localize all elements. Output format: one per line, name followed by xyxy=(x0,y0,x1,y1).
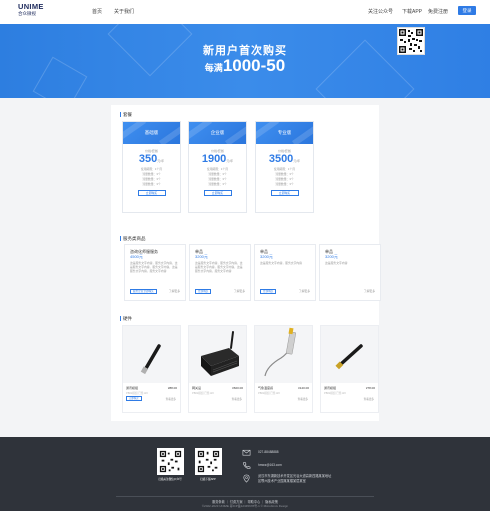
service-price: 3200元 xyxy=(195,254,208,259)
product-card[interactable]: 网关设 ¥600.00 PB02模组 已售120 查看更多 xyxy=(188,325,247,413)
app-download-qr-code xyxy=(195,448,222,475)
pricing-card-header: 基础版 xyxy=(123,122,180,144)
download-app-link[interactable]: 下载APP xyxy=(402,8,422,15)
app-qr-code-popup xyxy=(397,27,425,55)
banner-promo-value: 1000-50 xyxy=(222,56,286,75)
product-more-link[interactable]: 查看更多 xyxy=(166,397,176,401)
product-subtitle: PB02模组 已售120 xyxy=(258,392,280,395)
pricing-card: 基础版 价格/套餐 350元/年 使用期限：1个月 流量数量：3个 流量数量：3… xyxy=(122,121,181,213)
product-price: ¥600.00 xyxy=(232,386,243,390)
brand-logo[interactable]: UNIME 合众微视 xyxy=(18,3,46,21)
service-price: 4500元 xyxy=(130,254,143,259)
plan-price: 1900元/年 xyxy=(201,153,234,165)
service-card[interactable]: 单品 3200元 这是服务文字内容，服务文字内容，这是服务文字内容。服务文字内容… xyxy=(189,244,251,301)
service-card[interactable]: 单品 3200元 这是服务文字内容，服务文字内容 立即购买 了解更多 xyxy=(254,244,316,301)
plan-feature: 流量数量：3个 xyxy=(208,182,227,186)
product-card[interactable]: 通讯模组 ¥78.00 PB02模组 已售120 查看更多 xyxy=(320,325,379,413)
mail-icon xyxy=(242,449,251,456)
pricing-section-title: 套餐 xyxy=(120,112,132,117)
qr-code-icon xyxy=(197,450,220,473)
temperature-sensor-image xyxy=(264,327,296,377)
footer-address-line2: 区鄂州技术产业园某某楼某层某室 xyxy=(258,478,306,483)
plan-price: 350元/年 xyxy=(138,153,165,165)
product-name: 气象温度感 xyxy=(258,386,274,390)
logo-sub-text: 合众微视 xyxy=(18,11,36,16)
buy-now-button[interactable]: 立即购买 xyxy=(203,190,232,196)
product-card[interactable]: 通讯模组 ¥88.00 PB02模组 已售120 立即购买 查看更多 xyxy=(122,325,181,413)
service-learn-more-link[interactable]: 了解更多 xyxy=(364,289,375,293)
service-buy-button[interactable]: 立即购买 xyxy=(195,289,212,294)
product-price: ¥78.00 xyxy=(365,386,375,390)
footer-divider xyxy=(116,496,374,497)
phone-icon xyxy=(243,462,251,469)
plan-feature: 流量数量：3个 xyxy=(275,182,294,186)
footer-email: hmwz@163.com xyxy=(258,463,282,467)
qr-code-icon xyxy=(159,450,182,473)
service-description: 这是服务文字内容 xyxy=(325,261,348,265)
services-section-title: 服务类商品 xyxy=(120,236,146,241)
product-image xyxy=(123,326,180,383)
pricing-card-header: 企业版 xyxy=(189,122,246,144)
footer-phone: 027-88488888 xyxy=(258,450,279,454)
product-name: 网关设 xyxy=(192,386,202,390)
service-card[interactable]: 咨询化师服服务 4500元 这是服务文字内容，服务文字内容，这是服务文字内容。服… xyxy=(124,244,186,301)
pricing-card: 企业版 价格/套餐 1900元/年 使用期限：1个月 流量数量：3个 流量数量：… xyxy=(188,121,247,213)
product-image xyxy=(189,326,246,383)
product-price: ¥120.00 xyxy=(298,386,309,390)
service-description: 这是服务文字内容，服务文字内容 xyxy=(260,261,302,265)
plan-name: 基础版 xyxy=(144,130,159,135)
service-buy-button[interactable]: 立即购买 xyxy=(260,289,277,294)
app-qr-label: 扫描下载APP xyxy=(200,478,216,481)
product-name: 通讯模组 xyxy=(126,386,139,390)
product-buy-button[interactable]: 立即购买 xyxy=(126,396,142,401)
banner-promo: 每满1000-50 xyxy=(0,56,490,76)
location-icon xyxy=(243,474,250,483)
service-price: 3200元 xyxy=(260,254,273,259)
pricing-card-header: 专业版 xyxy=(256,122,313,144)
footer-copyright: ©2022-2023 UNIME 鄂ICP备12345678号-1 © Micr… xyxy=(201,504,289,508)
banner-promo-prefix: 每满 xyxy=(204,63,223,73)
service-learn-more-link[interactable]: 了解更多 xyxy=(234,289,245,293)
plan-feature: 流量数量：3个 xyxy=(142,182,161,186)
register-link[interactable]: 免费注册 xyxy=(428,8,448,15)
login-button[interactable]: 登录 xyxy=(458,6,476,15)
product-subtitle: PB02模组 已售120 xyxy=(324,392,346,395)
service-description: 这是服务文字内容，服务文字内容，这是服务文字内容。服务文字内容，这是服务文字内容… xyxy=(130,261,178,273)
gateway-device-image xyxy=(201,331,239,376)
service-price: 3200元 xyxy=(325,254,338,259)
nav-home[interactable]: 首页 xyxy=(92,8,102,15)
wechat-qr-label: 扫描关注微信公众号 xyxy=(158,478,182,481)
plan-name: 企业版 xyxy=(210,130,225,135)
logo-main-text: UNIME xyxy=(18,2,44,11)
antenna-module-image xyxy=(335,344,363,370)
follow-official-account-link[interactable]: 关注公众号 xyxy=(368,8,393,15)
product-more-link[interactable]: 查看更多 xyxy=(364,397,374,401)
pricing-card: 专业版 价格/套餐 3500元/年 使用期限：1个月 流量数量：3个 流量数量：… xyxy=(255,121,314,213)
service-description: 这是服务文字内容，服务文字内容，这是服务文字内容。服务文字内容，这是服务文字内容… xyxy=(195,261,243,273)
service-card[interactable]: 单品 3200元 这是服务文字内容 了解更多 xyxy=(319,244,381,301)
hardware-section-title: 硬件 xyxy=(120,316,132,321)
product-more-link[interactable]: 查看更多 xyxy=(232,397,242,401)
product-subtitle: PB02模组 已售120 xyxy=(192,392,214,395)
product-more-link[interactable]: 查看更多 xyxy=(298,397,308,401)
plan-price: 3500元/年 xyxy=(268,153,301,165)
nav-about[interactable]: 关于我们 xyxy=(114,8,134,15)
buy-now-button[interactable]: 立即购买 xyxy=(137,190,166,196)
service-learn-more-link[interactable]: 了解更多 xyxy=(169,289,180,293)
product-card[interactable]: 气象温度感 ¥120.00 PB02模组 已售120 查看更多 xyxy=(254,325,313,413)
product-price: ¥88.00 xyxy=(167,386,177,390)
product-subtitle: PB02模组 已售120 xyxy=(126,392,148,395)
product-image xyxy=(255,326,312,383)
qr-code-icon xyxy=(398,28,424,54)
plan-name: 专业版 xyxy=(277,130,292,135)
product-image xyxy=(321,326,378,383)
service-learn-more-link[interactable]: 了解更多 xyxy=(299,289,310,293)
site-footer: 扫描关注微信公众号 扫描下载APP 027-88488888 hmwz@163.… xyxy=(0,437,490,511)
top-navigation-bar: UNIME 合众微视 首页 关于我们 关注公众号 下载APP 免费注册 登录 xyxy=(0,0,490,24)
wechat-qr-code xyxy=(157,448,184,475)
antenna-module-image xyxy=(140,344,161,375)
product-name: 通讯模组 xyxy=(324,386,337,390)
buy-now-button[interactable]: 立即购买 xyxy=(270,190,299,196)
service-buy-button[interactable]: 服务企业立即购买 xyxy=(130,289,157,294)
